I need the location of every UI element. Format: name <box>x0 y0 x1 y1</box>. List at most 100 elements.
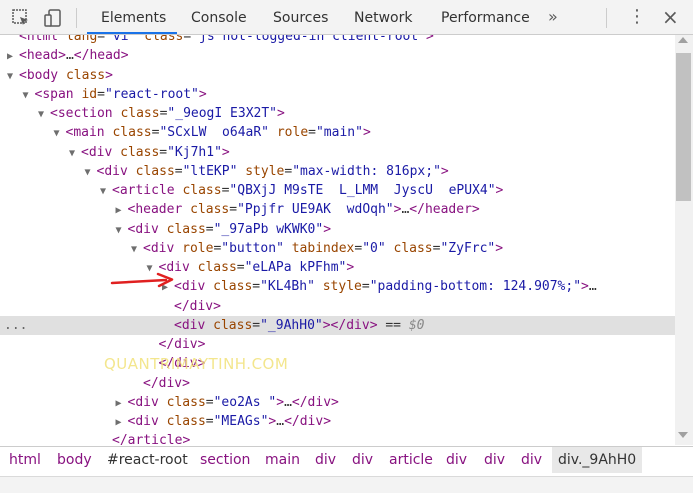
token-val: "js not-logged-in client-root" <box>191 35 427 44</box>
breadcrumb-item[interactable]: div <box>446 452 467 468</box>
dom-node[interactable]: ▶ <div class="eo2As ">…</div> <box>0 393 675 412</box>
token-attr: class <box>213 317 253 333</box>
collapse-triangle-icon[interactable]: ▼ <box>100 182 112 201</box>
token-tag: ></div> <box>322 317 378 333</box>
token-eq: = <box>174 163 183 179</box>
token-val: "main" <box>315 125 363 141</box>
scroll-up-arrow-icon[interactable] <box>678 37 688 43</box>
breadcrumb-item[interactable]: div <box>521 452 542 468</box>
collapse-triangle-icon[interactable]: ▼ <box>131 240 143 259</box>
token-eq: = <box>205 221 214 237</box>
dom-node[interactable]: <html lang="vi" class="js not-logged-in … <box>0 35 675 46</box>
inspect-element-icon[interactable] <box>11 8 31 28</box>
dom-node[interactable]: ▼ <body class> <box>0 66 675 85</box>
breadcrumb-item[interactable]: #react-root <box>107 452 188 468</box>
collapse-triangle-icon[interactable]: ▼ <box>7 67 19 86</box>
breadcrumb-item[interactable]: html <box>9 452 41 468</box>
dom-node[interactable]: </div> <box>0 335 675 354</box>
dom-node[interactable]: ▼ <div class="eLAPa kPFhm"> <box>0 258 675 277</box>
tab-network[interactable]: Network <box>354 0 412 34</box>
dom-node[interactable]: ▶ <header class="Ppjfr UE9AK wdOqh">…</he… <box>0 200 675 219</box>
dom-node[interactable]: ▼ <div class="Kj7h1"> <box>0 143 675 162</box>
collapse-triangle-icon[interactable]: ▼ <box>23 86 35 105</box>
dom-node[interactable]: ▶ <head>…</head> <box>0 46 675 65</box>
red-arrow-annotation <box>110 272 174 288</box>
dom-node[interactable]: ▼ <section class="_9eogI E3X2T"> <box>0 104 675 123</box>
dom-node[interactable]: ▼ <div class="_97aPb wKWK0"> <box>0 220 675 239</box>
breadcrumb-item[interactable]: section <box>200 452 250 468</box>
tab-elements[interactable]: Elements <box>101 0 166 34</box>
dom-node[interactable]: </div> <box>0 374 675 393</box>
token-eq: = <box>229 202 238 218</box>
dom-node[interactable]: ▼ <main class="SCxLW o64aR" role="main"> <box>0 123 675 142</box>
dom-node[interactable]: ▼ <span id="react-root"> <box>0 85 675 104</box>
dom-node-content: ▼ <div class="Kj7h1"> <box>69 143 230 163</box>
node-actions-ellipsis-icon[interactable]: ... <box>4 316 27 335</box>
dom-node[interactable]: ▶ <div class="KL4Bh" style="padding-botto… <box>0 277 675 296</box>
token-tag: <div <box>143 240 183 256</box>
dom-node[interactable]: ▼ <div class="ltEKP" style="max-width: 81… <box>0 162 675 181</box>
device-toolbar-icon[interactable] <box>44 8 64 28</box>
token-attr: tabindex <box>283 240 355 256</box>
token-eq: = <box>236 260 245 275</box>
expand-triangle-icon[interactable]: ▶ <box>116 413 128 432</box>
elements-dom-tree[interactable]: <html lang="vi" class="js not-logged-in … <box>0 35 675 445</box>
token-val: "_9AhH0" <box>260 317 323 333</box>
collapse-triangle-icon[interactable]: ▼ <box>38 105 50 124</box>
expand-triangle-icon[interactable]: ▶ <box>7 47 19 66</box>
token-attr: class <box>182 183 222 198</box>
dom-node-content: <html lang="vi" class="js not-logged-in … <box>7 35 434 47</box>
token-tag: > <box>440 163 449 179</box>
token-val: "eLAPa kPFhm" <box>244 260 347 275</box>
scroll-down-arrow-icon[interactable] <box>678 432 688 438</box>
breadcrumb-item[interactable]: main <box>265 452 300 468</box>
dom-node[interactable]: </article> <box>0 431 675 445</box>
kebab-menu-icon[interactable]: ⋮ <box>628 0 646 34</box>
breadcrumb-item[interactable]: div <box>484 452 505 468</box>
token-eq: = <box>252 279 261 295</box>
tab-sources[interactable]: Sources <box>273 0 328 34</box>
dom-node[interactable]: </div> <box>0 297 675 316</box>
expand-triangle-icon[interactable]: ▶ <box>116 394 128 413</box>
tab-performance[interactable]: Performance <box>441 0 530 34</box>
token-attr: class <box>120 106 160 121</box>
token-val: "MEAGs" <box>213 414 269 429</box>
expand-triangle-icon[interactable]: ▶ <box>116 201 128 220</box>
token-val: "ZyFrc" <box>440 240 496 256</box>
tab-console[interactable]: Console <box>191 0 247 34</box>
scrollbar-thumb[interactable] <box>676 53 691 201</box>
token-attr: class <box>197 260 237 275</box>
breadcrumb-item[interactable]: body <box>57 452 92 468</box>
token-val: "_9eogI E3X2T" <box>167 106 277 121</box>
collapse-triangle-icon[interactable]: ▼ <box>85 163 97 182</box>
token-val: "vi" <box>105 35 137 44</box>
token-tag: > <box>105 67 113 83</box>
token-attr: lang <box>65 35 98 44</box>
more-tabs-icon[interactable]: » <box>548 0 558 34</box>
dom-node-content: ▼ <section class="_9eogI E3X2T"> <box>38 104 285 124</box>
dom-node[interactable]: ▼ <div role="button" tabindex="0" class="… <box>0 239 675 258</box>
token-attr: role <box>182 240 214 256</box>
active-tab-indicator <box>87 32 177 34</box>
breadcrumb-item[interactable]: div <box>315 452 336 468</box>
dom-node[interactable]: </div> <box>0 354 675 373</box>
token-attr: class <box>385 240 433 256</box>
token-eq: = <box>361 279 370 295</box>
token-eq: = <box>354 240 363 256</box>
dom-node-content: </article> <box>100 431 190 445</box>
dom-node-content: </div> <box>131 374 190 394</box>
breadcrumb-item[interactable]: div <box>352 452 373 468</box>
breadcrumb-item-active[interactable]: div._9AhH0 <box>552 447 643 473</box>
dom-node[interactable]: ▶ <div class="MEAGs">…</div> <box>0 412 675 431</box>
breadcrumb-item[interactable]: article <box>389 452 433 468</box>
collapse-triangle-icon[interactable]: ▼ <box>116 221 128 240</box>
token-tag: <div <box>174 317 214 333</box>
token-attr: class <box>190 202 230 218</box>
collapse-triangle-icon[interactable]: ▼ <box>69 144 81 163</box>
dom-node-selected[interactable]: <div class="_9AhH0"></div> == $0... <box>0 315 675 336</box>
dom-node[interactable]: ▼ <article class="QBXjJ M9sTE L_LMM JyscU… <box>0 181 675 200</box>
collapse-triangle-icon[interactable]: ▼ <box>54 124 66 143</box>
close-icon[interactable]: × <box>662 0 679 34</box>
